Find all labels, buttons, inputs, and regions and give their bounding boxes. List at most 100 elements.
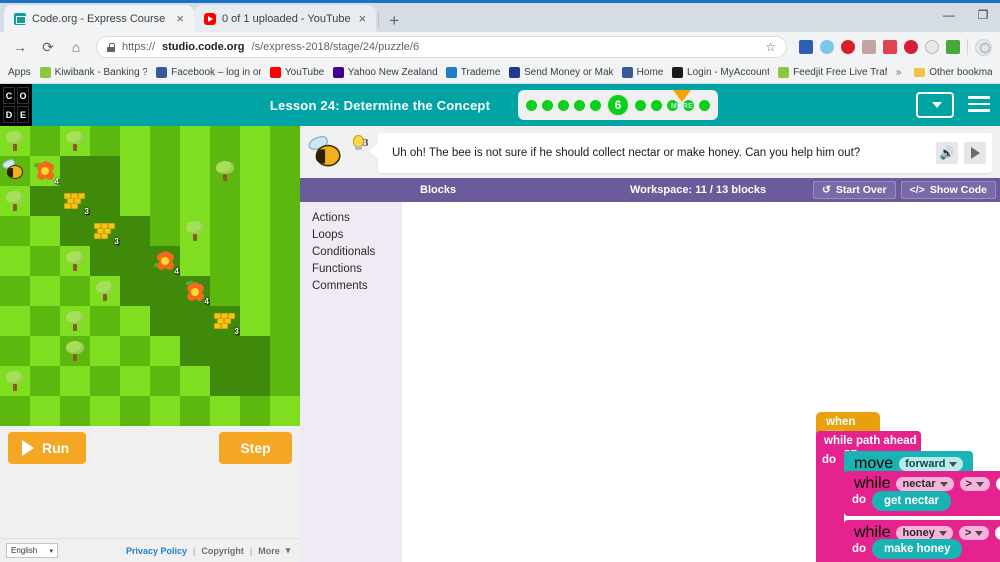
palette-category-comments[interactable]: Comments — [312, 278, 402, 294]
block-palette: Actions Loops Conditionals Functions Com… — [300, 202, 405, 562]
honey-number-field[interactable]: 0 — [995, 526, 1000, 540]
bookmark-home[interactable]: Home — [621, 67, 663, 78]
speaker-icon[interactable]: 🔊 — [936, 142, 958, 164]
nectar-number-field[interactable]: 0 — [995, 477, 1000, 491]
more-link[interactable]: More — [258, 546, 280, 556]
honey-operator-dropdown[interactable]: > — [958, 526, 990, 540]
bookmark-youtube[interactable]: YouTube — [269, 67, 324, 78]
honey-variable-dropdown[interactable]: honey — [896, 526, 953, 540]
palette-category-loops[interactable]: Loops — [312, 227, 402, 243]
extension-slash-icon[interactable] — [925, 40, 939, 54]
maze-cell — [210, 216, 240, 246]
maximize-button[interactable]: ❐ — [966, 0, 1000, 30]
chevron-down-icon — [939, 481, 948, 487]
forward-icon[interactable]: → — [8, 35, 32, 59]
block-get-nectar[interactable]: get nectar — [872, 491, 951, 511]
maze-visualization[interactable]: 4 3 3 4 4 3 — [0, 126, 300, 426]
progress-bubble-11[interactable] — [699, 99, 710, 111]
maze-cell — [270, 306, 300, 336]
bookmark-label: Login - MyAccount — [687, 67, 770, 78]
blocks-tab-label[interactable]: Blocks — [420, 184, 456, 196]
block-make-honey[interactable]: make honey — [872, 539, 963, 559]
bookmark-other[interactable]: Other bookma — [914, 67, 992, 78]
copyright-link[interactable]: Copyright — [201, 546, 244, 556]
page-footer: English ▾ Privacy Policy | Copyright | M… — [0, 538, 300, 562]
progress-bubble-1[interactable] — [526, 99, 537, 111]
bookmark-apps[interactable]: Apps — [8, 67, 31, 78]
close-icon[interactable]: × — [357, 12, 369, 25]
footer-separator: | — [193, 545, 196, 556]
paypal-icon — [509, 67, 521, 78]
extension-green-icon[interactable] — [946, 40, 960, 54]
bookmark-yahoo[interactable]: Yahoo New Zealand — [332, 67, 437, 78]
bookmark-star-icon[interactable]: ☆ — [765, 40, 776, 54]
home-icon[interactable]: ⌂ — [64, 35, 88, 59]
account-dropdown[interactable] — [916, 92, 954, 118]
step-button[interactable]: Step — [219, 432, 292, 464]
codeorg-logo[interactable]: C O D E — [0, 84, 32, 126]
bookmark-paypal[interactable]: Send Money or Mak — [509, 67, 613, 78]
blockly-canvas[interactable]: when run while path ahead do — [402, 202, 1000, 562]
while-path-ahead-title[interactable]: while path ahead — [816, 431, 921, 450]
chevron-down-icon: ▾ — [285, 545, 291, 555]
close-icon[interactable]: × — [174, 12, 186, 25]
maze-cell — [30, 396, 60, 426]
palette-category-functions[interactable]: Functions — [312, 261, 402, 277]
bookmark-feedjit[interactable]: Feedjit Free Live Traf — [778, 67, 887, 78]
palette-category-conditionals[interactable]: Conditionals — [312, 244, 402, 260]
extension-red-icon[interactable] — [883, 40, 897, 54]
bookmarks-overflow-icon[interactable]: » — [896, 67, 906, 78]
maze-cell — [150, 216, 180, 246]
browser-tab-codeorg[interactable]: Code.org - Express Course (2018 × — [4, 5, 194, 32]
maze-cell — [210, 246, 240, 276]
show-code-button[interactable]: </> Show Code — [900, 181, 996, 199]
maze-cell — [30, 306, 60, 336]
maze-cell — [30, 336, 60, 366]
maze-cell — [30, 366, 60, 396]
maze-cell: 3 — [60, 186, 90, 216]
nectar-variable-dropdown[interactable]: nectar — [896, 477, 954, 491]
bookmark-trademe[interactable]: Trademe — [445, 67, 500, 78]
extension-cloud-icon[interactable] — [820, 40, 834, 54]
progress-bubble-2[interactable] — [542, 99, 553, 111]
extension-adblock-icon[interactable] — [841, 40, 855, 54]
bookmark-facebook[interactable]: Facebook – log in or — [156, 67, 261, 78]
bookmark-label: Yahoo New Zealand — [347, 67, 437, 78]
bookmark-myaccount[interactable]: Login - MyAccount — [672, 67, 769, 78]
tree-icon — [0, 366, 30, 396]
address-bar[interactable]: https:// studio.code.org/s/express-2018/s… — [96, 36, 787, 58]
progress-bubble-4[interactable] — [574, 99, 585, 111]
progress-bubble-5[interactable] — [590, 99, 601, 111]
maze-cell — [210, 186, 240, 216]
bookmark-kiwibank[interactable]: Kiwibank - Banking ? — [39, 67, 147, 78]
language-selector[interactable]: English ▾ — [6, 543, 58, 558]
browser-tab-youtube[interactable]: 0 of 1 uploaded - YouTube × — [194, 5, 377, 32]
privacy-policy-link[interactable]: Privacy Policy — [126, 546, 187, 556]
new-tab-button[interactable]: + — [381, 12, 407, 32]
maze-cell — [240, 366, 270, 396]
avatar[interactable] — [975, 38, 992, 56]
extension-opera-icon[interactable] — [904, 40, 918, 54]
palette-category-actions[interactable]: Actions — [312, 210, 402, 226]
progress-bubble-8[interactable] — [651, 99, 662, 111]
maze-cell — [0, 366, 30, 396]
progress-bubble-7[interactable] — [635, 99, 646, 111]
bee-sprite — [0, 156, 30, 186]
progress-bubble-current[interactable]: 6 — [606, 93, 630, 117]
minimize-button[interactable]: — — [932, 0, 966, 30]
move-direction-dropdown[interactable]: forward — [899, 457, 964, 471]
extension-tools-icon[interactable] — [862, 40, 876, 54]
nectar-operator-dropdown[interactable]: > — [959, 477, 990, 491]
progress-bubble-3[interactable] — [558, 99, 569, 111]
language-label: English — [11, 546, 38, 555]
run-button[interactable]: Run — [8, 432, 86, 464]
play-icon[interactable] — [964, 142, 986, 164]
maze-cell — [60, 156, 90, 186]
hamburger-icon[interactable] — [968, 96, 990, 116]
start-over-button[interactable]: ↺ Start Over — [813, 181, 896, 199]
make-honey-label: make honey — [884, 543, 951, 555]
extension-pocket-icon[interactable] — [799, 40, 813, 54]
reload-icon[interactable]: ⟳ — [36, 35, 60, 59]
more-button[interactable]: MORE — [668, 90, 696, 110]
visualization-column: 4 3 3 4 4 3 Run Step English ▾ Privacy P… — [0, 126, 300, 562]
